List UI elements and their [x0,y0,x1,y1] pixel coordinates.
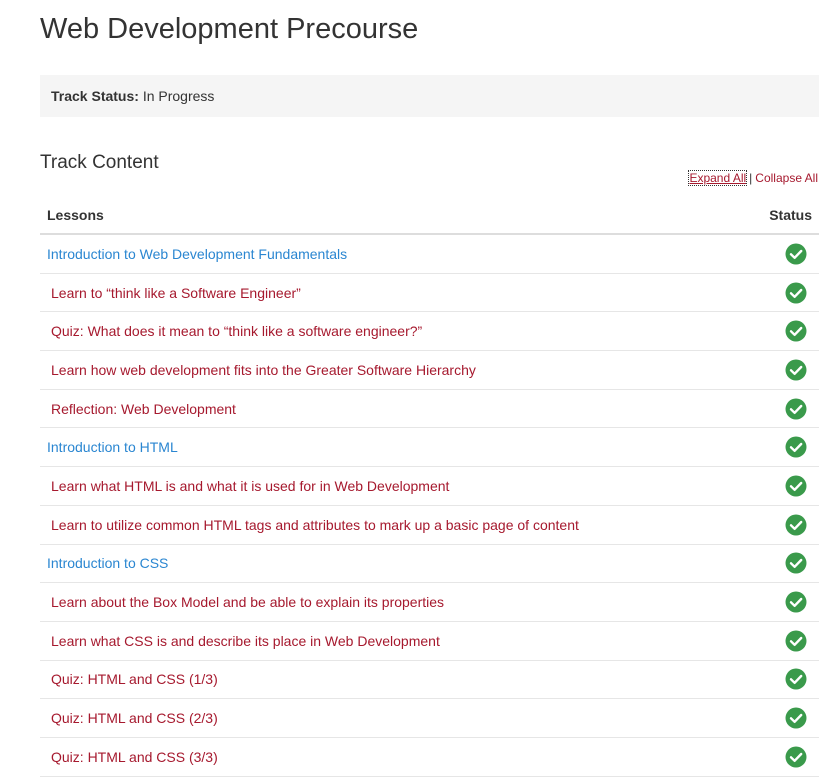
lesson-link[interactable]: Quiz: HTML and CSS (3/3) [40,749,218,765]
track-content-title: Track Content [40,152,159,173]
lessons-table: Lessons Status Introduction to Web Devel… [40,197,819,777]
lesson-link[interactable]: Reflection: Web Development [40,401,236,417]
lesson-row: Learn what HTML is and what it is used f… [40,467,819,506]
lesson-row: Learn what CSS is and describe its place… [40,622,819,661]
lesson-link[interactable]: Quiz: HTML and CSS (1/3) [40,671,218,687]
lesson-row: Learn to “think like a Software Engineer… [40,274,819,313]
lesson-row: Learn to utilize common HTML tags and at… [40,506,819,545]
check-circle-icon [785,398,807,420]
lesson-row: Quiz: HTML and CSS (2/3) [40,699,819,738]
check-circle-icon [785,707,807,729]
check-circle-icon [785,320,807,342]
check-circle-icon [785,243,807,265]
table-header: Lessons Status [40,197,819,235]
lesson-link[interactable]: Learn what HTML is and what it is used f… [40,478,449,494]
check-circle-icon [785,552,807,574]
expand-collapse-controls: Expand All | Collapse All [688,169,818,187]
track-status-label: Track Status: [51,88,139,104]
lesson-row: Quiz: HTML and CSS (3/3) [40,738,819,777]
check-circle-icon [785,436,807,458]
check-circle-icon [785,746,807,768]
module-link[interactable]: Introduction to Web Development Fundamen… [40,246,347,262]
check-circle-icon [785,282,807,304]
track-status-value: In Progress [138,88,215,104]
module-row: Introduction to HTML [40,428,819,468]
module-link[interactable]: Introduction to HTML [40,439,178,455]
lesson-row: Learn about the Box Model and be able to… [40,583,819,622]
toggle-separator: | [749,171,753,185]
lesson-row: Reflection: Web Development [40,390,819,429]
check-circle-icon [785,668,807,690]
collapse-all-link[interactable]: Collapse All [755,171,818,185]
table-body: Introduction to Web Development Fundamen… [40,235,819,777]
lesson-row: Learn how web development fits into the … [40,351,819,390]
check-circle-icon [785,475,807,497]
lesson-link[interactable]: Learn to “think like a Software Engineer… [40,285,301,301]
expand-all-link[interactable]: Expand All [688,170,748,186]
lesson-row: Quiz: What does it mean to “think like a… [40,312,819,352]
page-title: Web Development Precourse [40,13,419,45]
check-circle-icon [785,359,807,381]
lesson-link[interactable]: Learn about the Box Model and be able to… [40,594,444,610]
lesson-link[interactable]: Learn what CSS is and describe its place… [40,633,440,649]
lesson-row: Quiz: HTML and CSS (1/3) [40,661,819,700]
module-row: Introduction to CSS [40,545,819,584]
check-circle-icon [785,514,807,536]
lesson-link[interactable]: Quiz: HTML and CSS (2/3) [40,710,218,726]
track-status-panel: Track Status: In Progress [40,75,819,117]
page: Web Development Precourse Track Status: … [0,0,829,779]
status-column-header: Status [769,207,812,223]
lesson-link[interactable]: Learn how web development fits into the … [40,362,476,378]
check-circle-icon [785,630,807,652]
lesson-link[interactable]: Learn to utilize common HTML tags and at… [40,517,579,533]
lesson-link[interactable]: Quiz: What does it mean to “think like a… [40,323,422,339]
check-circle-icon [785,591,807,613]
module-row: Introduction to Web Development Fundamen… [40,235,819,274]
lessons-column-header: Lessons [47,207,104,223]
module-link[interactable]: Introduction to CSS [40,555,168,571]
